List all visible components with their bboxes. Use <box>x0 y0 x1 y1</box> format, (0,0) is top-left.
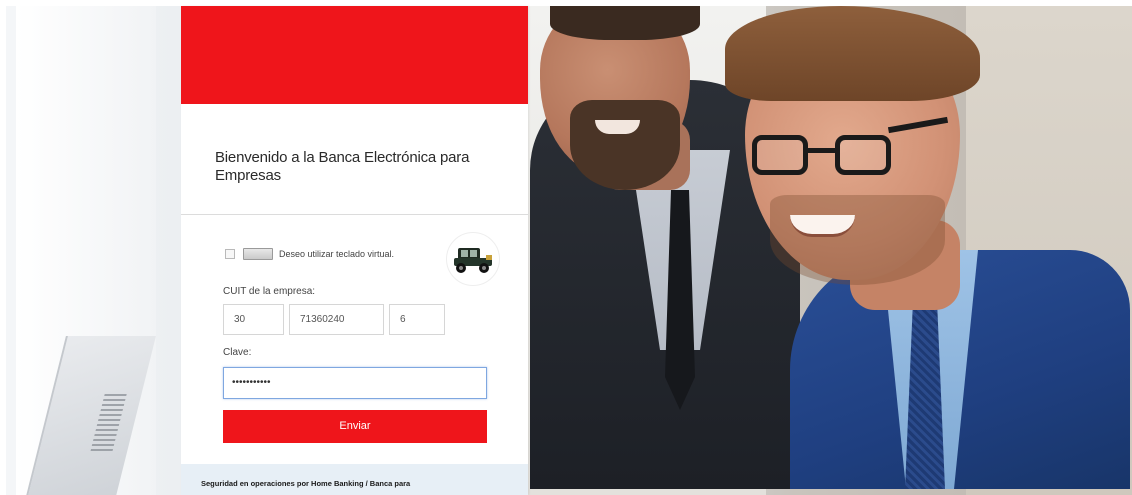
man-left-beard <box>570 100 680 190</box>
password-label: Clave: <box>223 347 252 358</box>
welcome-title: Bienvenido a la Banca Electrónica para E… <box>215 149 470 184</box>
glasses-right-lens <box>835 135 891 175</box>
submit-button[interactable]: Enviar <box>223 410 487 443</box>
virtual-keyboard-label: Deseo utilizar teclado virtual. <box>279 249 395 259</box>
security-info-link[interactable]: Seguridad en operaciones por Home Bankin… <box>201 479 501 489</box>
man-left-hair <box>550 6 700 40</box>
virtual-keyboard-checkbox[interactable] <box>225 249 235 259</box>
glasses-bridge <box>805 148 839 153</box>
vintage-car-icon <box>446 232 500 286</box>
cuit-check-digit-input[interactable]: 6 <box>389 304 445 335</box>
divider <box>181 214 528 215</box>
man-right-hair <box>725 6 980 101</box>
login-panel: Bienvenido a la Banca Electrónica para E… <box>181 6 528 495</box>
cuit-number-input[interactable]: 71360240 <box>289 304 384 335</box>
cuit-prefix-input[interactable]: 30 <box>223 304 284 335</box>
cuit-label: CUIT de la empresa: <box>223 286 316 297</box>
password-input[interactable]: ••••••••••• <box>223 367 487 399</box>
virtual-keyboard-option[interactable]: Deseo utilizar teclado virtual. <box>225 246 394 262</box>
brand-header-bar <box>181 6 528 104</box>
background-photo <box>6 6 1132 495</box>
vintage-car-graphic <box>454 248 492 273</box>
glasses-left-lens <box>752 135 808 175</box>
man-right-stubble <box>770 195 945 285</box>
keyboard-icon <box>243 248 273 260</box>
man-left-smile <box>595 120 640 134</box>
